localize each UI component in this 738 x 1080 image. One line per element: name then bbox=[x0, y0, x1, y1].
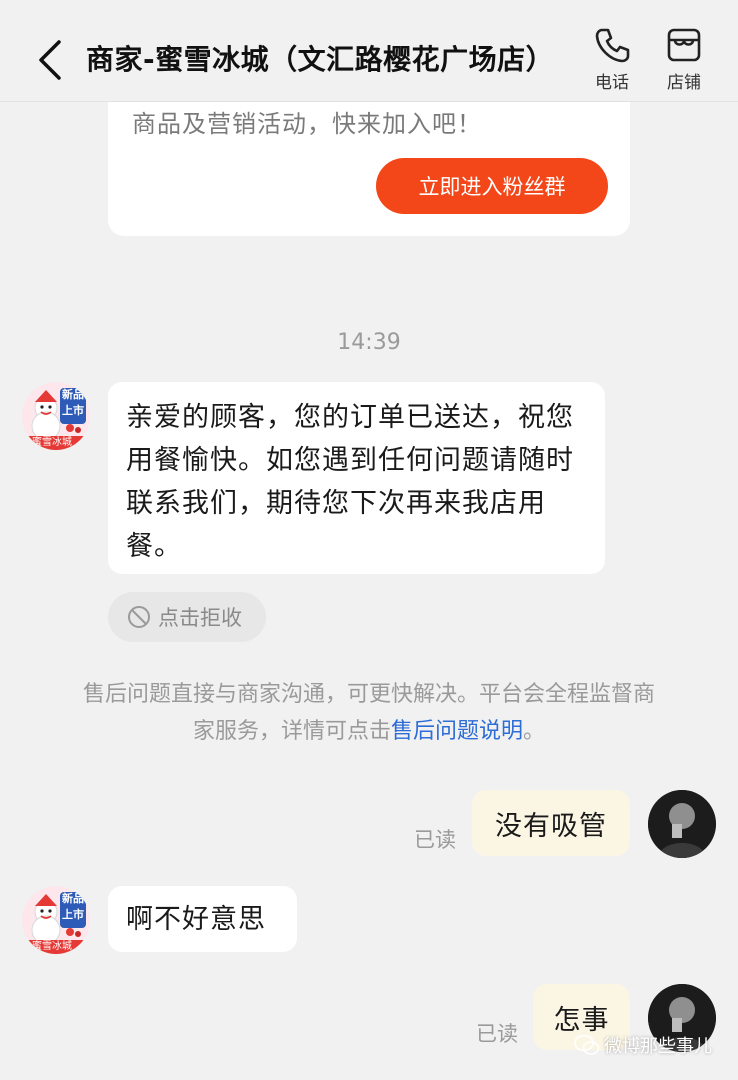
after-sales-link[interactable]: 售后问题说明 bbox=[391, 719, 523, 744]
watermark-text: 微博那些事儿 bbox=[604, 1036, 712, 1057]
chat-header: 商家-蜜雪冰城（文汇路樱花广场店） 电话 店铺 bbox=[0, 0, 738, 102]
shop-reply-text: 啊不好意思 bbox=[126, 903, 266, 935]
outgoing-message-text: 怎事 bbox=[553, 1004, 610, 1036]
store-button[interactable]: 店铺 bbox=[654, 26, 714, 96]
store-label: 店铺 bbox=[667, 73, 701, 93]
join-fan-group-button[interactable]: 立即进入粉丝群 bbox=[376, 158, 608, 214]
incoming-message-bubble[interactable]: 亲爱的顾客，您的订单已送达，祝您用餐愉快。如您遇到任何问题请随时联系我们，期待您… bbox=[108, 382, 605, 574]
after-sales-notice: 售后问题直接与商家沟通，可更快解决。平台会全程监督商家服务，详情可点击售后问题说… bbox=[80, 676, 658, 750]
reject-label: 点击拒收 bbox=[158, 606, 242, 630]
watermark: 微博那些事儿 bbox=[574, 1032, 712, 1058]
fan-group-card: 商品及营销活动，快来加入吧！ 立即进入粉丝群 bbox=[108, 80, 630, 236]
shop-avatar-badge-top: 新品 bbox=[62, 388, 84, 401]
incoming-message-bubble[interactable]: 啊不好意思 bbox=[108, 886, 297, 952]
phone-icon bbox=[595, 28, 630, 63]
reject-circle-icon bbox=[128, 606, 150, 628]
fan-group-text: 商品及营销活动，快来加入吧！ bbox=[132, 110, 482, 138]
shop-avatar-badge-bottom: 上市 bbox=[62, 404, 84, 417]
notice-end: 。 bbox=[523, 719, 546, 744]
chevron-left-icon bbox=[39, 40, 61, 80]
shop-avatar[interactable]: 新品 上市 蜜雪冰城 bbox=[22, 382, 90, 450]
reject-button[interactable]: 点击拒收 bbox=[108, 592, 266, 642]
shop-avatar-badge-top: 新品 bbox=[62, 892, 84, 905]
notice-text: 售后问题直接与商家沟通，可更快解决。平台会全程监督商家服务，详情可点击 bbox=[82, 682, 655, 744]
shop-avatar-badge-bottom: 上市 bbox=[62, 908, 84, 921]
back-button[interactable] bbox=[28, 34, 72, 86]
shop-avatar-brand: 蜜雪冰城 bbox=[32, 437, 72, 448]
read-status: 已读 bbox=[476, 1022, 518, 1046]
phone-label: 电话 bbox=[595, 73, 629, 93]
read-status: 已读 bbox=[414, 828, 456, 852]
store-icon bbox=[667, 28, 701, 62]
user-avatar[interactable] bbox=[648, 790, 716, 858]
outgoing-message-bubble[interactable]: 没有吸管 bbox=[472, 790, 630, 856]
page-title: 商家-蜜雪冰城（文汇路樱花广场店） bbox=[86, 43, 555, 76]
wechat-logo-icon bbox=[574, 1034, 600, 1055]
user-photo-icon bbox=[648, 790, 716, 858]
outgoing-message-text: 没有吸管 bbox=[495, 810, 607, 842]
phone-button[interactable]: 电话 bbox=[582, 26, 642, 96]
shop-avatar-brand: 蜜雪冰城 bbox=[32, 941, 72, 952]
message-timestamp: 14:39 bbox=[337, 330, 401, 355]
shop-avatar[interactable]: 新品 上市 蜜雪冰城 bbox=[22, 886, 90, 954]
delivered-message-text: 亲爱的顾客，您的订单已送达，祝您用餐愉快。如您遇到任何问题请随时联系我们，期待您… bbox=[126, 402, 574, 562]
